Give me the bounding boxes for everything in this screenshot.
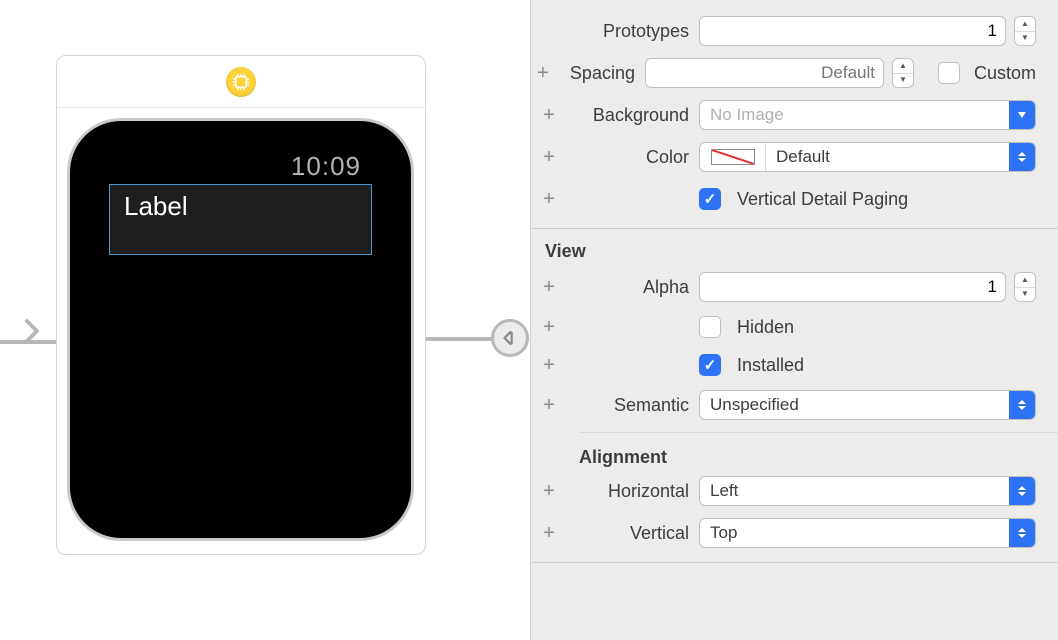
spacing-custom-checkbox[interactable] xyxy=(938,62,960,84)
spacing-label: Spacing xyxy=(555,63,645,84)
segue-in-arrow xyxy=(0,300,56,380)
alpha-label: Alpha xyxy=(567,277,699,298)
hidden-checkbox[interactable] xyxy=(699,316,721,338)
vertical-label: Vertical xyxy=(567,523,699,544)
chevron-updown-icon xyxy=(1009,143,1035,171)
spacing-stepper[interactable]: ▲▼ xyxy=(892,58,914,88)
spacing-field[interactable] xyxy=(645,58,884,88)
prototypes-label: Prototypes xyxy=(567,21,699,42)
interface-controller-icon xyxy=(226,67,256,97)
attributes-inspector: Prototypes ▲▼ + Spacing ▲▼ Custom + Back… xyxy=(530,0,1058,640)
divider xyxy=(579,432,1058,433)
semantic-label: Semantic xyxy=(567,395,699,416)
alignment-heading: Alignment xyxy=(531,439,1058,470)
divider xyxy=(531,562,1058,563)
chevron-down-icon xyxy=(1009,101,1035,129)
horizontal-value: Left xyxy=(710,481,738,501)
add-variation-icon[interactable]: + xyxy=(531,316,567,339)
view-heading: View xyxy=(531,229,1058,266)
prototypes-field[interactable] xyxy=(699,16,1006,46)
horizontal-label: Horizontal xyxy=(567,481,699,502)
storyboard-canvas[interactable]: 10:09 Label xyxy=(0,0,530,640)
semantic-value: Unspecified xyxy=(710,395,799,415)
installed-checkbox[interactable] xyxy=(699,354,721,376)
add-variation-icon[interactable]: + xyxy=(531,480,567,503)
add-variation-icon[interactable]: + xyxy=(531,394,567,417)
add-variation-icon[interactable]: + xyxy=(531,522,567,545)
chevron-updown-icon xyxy=(1009,519,1035,547)
color-value: Default xyxy=(766,147,830,167)
watch-screen[interactable]: 10:09 Label xyxy=(67,118,414,541)
background-popup[interactable]: No Image xyxy=(699,100,1036,130)
chevron-updown-icon xyxy=(1009,477,1035,505)
watch-scene[interactable]: 10:09 Label xyxy=(56,55,426,555)
entry-point-icon[interactable] xyxy=(491,319,529,357)
prototypes-stepper[interactable]: ▲▼ xyxy=(1014,16,1036,46)
vertical-detail-paging-checkbox[interactable] xyxy=(699,188,721,210)
semantic-popup[interactable]: Unspecified xyxy=(699,390,1036,420)
background-label: Background xyxy=(567,105,699,126)
wk-label-text: Label xyxy=(124,191,188,222)
alpha-stepper[interactable]: ▲▼ xyxy=(1014,272,1036,302)
spacing-custom-label: Custom xyxy=(974,63,1036,84)
add-variation-icon[interactable]: + xyxy=(531,188,567,211)
add-variation-icon[interactable]: + xyxy=(531,62,555,85)
hidden-label: Hidden xyxy=(737,317,794,338)
wk-label-element[interactable]: Label xyxy=(109,184,372,255)
alpha-field[interactable] xyxy=(699,272,1006,302)
color-swatch[interactable] xyxy=(700,143,766,171)
status-time: 10:09 xyxy=(291,151,361,182)
installed-label: Installed xyxy=(737,355,804,376)
add-variation-icon[interactable]: + xyxy=(531,276,567,299)
chevron-updown-icon xyxy=(1009,391,1035,419)
vertical-popup[interactable]: Top xyxy=(699,518,1036,548)
vertical-detail-paging-label: Vertical Detail Paging xyxy=(737,189,908,210)
add-variation-icon[interactable]: + xyxy=(531,146,567,169)
horizontal-popup[interactable]: Left xyxy=(699,476,1036,506)
vertical-value: Top xyxy=(710,523,737,543)
color-popup[interactable]: Default xyxy=(699,142,1036,172)
color-label: Color xyxy=(567,147,699,168)
add-variation-icon[interactable]: + xyxy=(531,104,567,127)
background-value: No Image xyxy=(710,105,784,125)
add-variation-icon[interactable]: + xyxy=(531,354,567,377)
scene-header[interactable] xyxy=(57,56,425,108)
